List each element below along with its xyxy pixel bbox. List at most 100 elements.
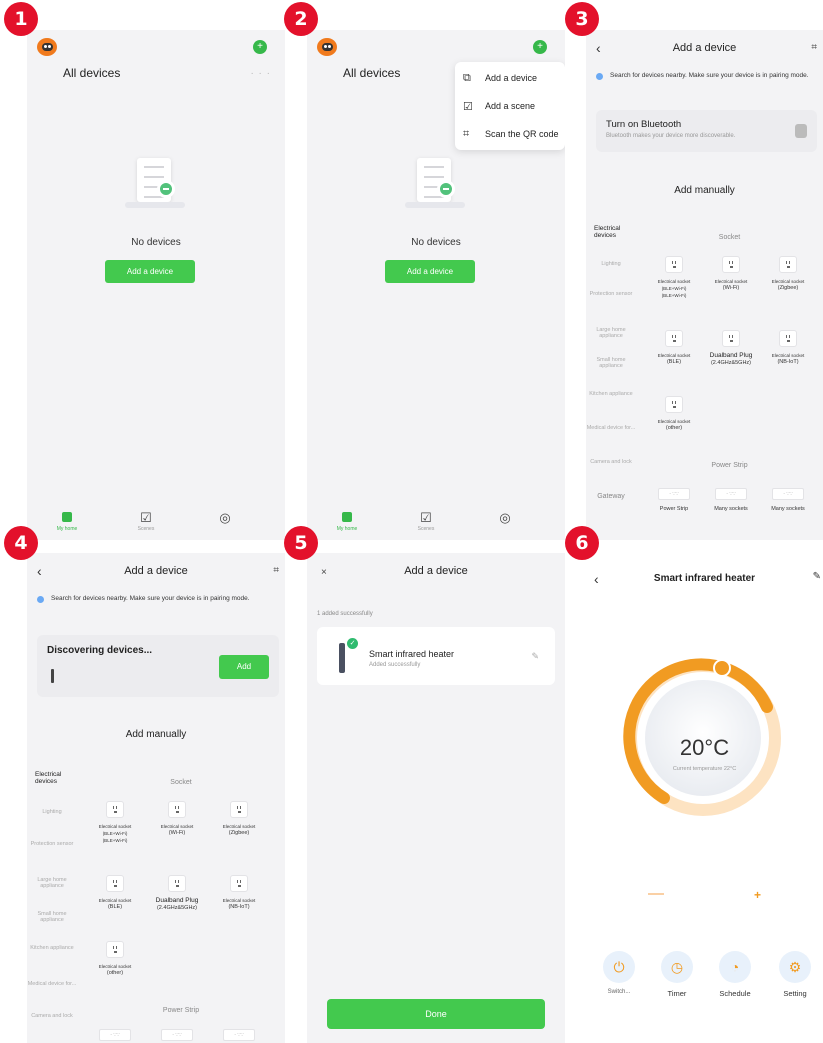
add-device-button[interactable]: Add a device [105, 260, 195, 283]
device-label: Electrical socket [771, 279, 805, 284]
socket-icon [722, 256, 740, 273]
strip-tile[interactable]: · ∵∵ [149, 1029, 205, 1043]
profile-icon: ◎ [499, 510, 511, 525]
switch-button[interactable]: ⏻ Switch... [596, 951, 642, 995]
tab-my-home[interactable]: My home [327, 510, 367, 532]
strip-tile[interactable]: · ∵∵ Many sockets [760, 488, 816, 512]
category-item[interactable]: Camera and lock [586, 459, 636, 493]
edit-icon[interactable]: ✎ [813, 571, 821, 582]
tab-profile[interactable]: ◎ [485, 510, 525, 526]
category-item[interactable]: Electrical devices [586, 225, 636, 261]
device-tile[interactable]: Electrical socket (Wi-Fi) [703, 256, 759, 292]
setting-button[interactable]: ⚙ Setting [772, 951, 818, 998]
device-label: (BLE+Wi-Fi) [102, 838, 128, 843]
menu-add-device[interactable]: ⧉ Add a device [455, 64, 565, 92]
category-item[interactable]: Medical device for... [586, 425, 636, 459]
device-label: Electrical socket [222, 824, 256, 829]
device-tile[interactable]: Dualband Plug (2.4GHz&5GHz) [149, 875, 205, 912]
checkbox-icon: ☑ [140, 510, 152, 525]
discovering-title: Discovering devices... [47, 645, 153, 656]
tab-scenes[interactable]: ☑ Scenes [406, 510, 446, 532]
category-item[interactable]: Lighting [586, 261, 636, 291]
menu-scan-qr[interactable]: ⌗ Scan the QR code [455, 120, 565, 148]
add-scene-icon: ☑ [463, 100, 473, 113]
category-item[interactable]: Camera and lock [27, 1013, 77, 1043]
device-tile[interactable]: Dualband Plug (2.4GHz&5GHz) [703, 330, 759, 367]
power-strip-icon: · ∵∵ [715, 488, 747, 500]
category-item[interactable]: Medical device for... [27, 981, 77, 1013]
added-device-card[interactable]: ✓ Smart infrared heater Added successful… [317, 627, 555, 685]
device-label: (other) [106, 970, 124, 976]
device-tile[interactable]: Electrical socket (NB-IoT) [760, 330, 816, 366]
add-device-button[interactable]: Add a device [385, 260, 475, 283]
category-item[interactable]: Large home appliance [27, 877, 77, 911]
device-tile[interactable]: Electrical socket (Zigbee) [211, 801, 267, 837]
category-item[interactable]: Small home appliance [586, 357, 636, 391]
add-plus-icon[interactable]: + [253, 40, 267, 54]
more-icon[interactable]: · · · [250, 68, 271, 79]
device-label: (NB-IoT) [228, 904, 250, 910]
strip-tile[interactable]: · ∵∵ [87, 1029, 143, 1043]
category-item[interactable]: Kitchen appliance [586, 391, 636, 425]
empty-illustration [399, 150, 479, 220]
tab-bar: My home ☑ Scenes ◎ [307, 508, 565, 540]
discovery-add-button[interactable]: Add [219, 655, 269, 679]
category-item[interactable]: Large home appliance [586, 327, 636, 357]
device-label: Dualband Plug [155, 897, 199, 904]
category-item[interactable]: Protection sensor [27, 841, 77, 877]
page-title: Add a device [124, 565, 188, 577]
device-tile[interactable]: Electrical socket (other) [87, 941, 143, 977]
avatar[interactable] [37, 38, 57, 56]
category-item[interactable]: Protection sensor [586, 291, 636, 327]
device-tile[interactable]: Electrical socket (NB-IoT) [211, 875, 267, 911]
strip-tile[interactable]: · ∵∵ Power Strip [646, 488, 702, 512]
scan-icon[interactable]: ⌗ [811, 42, 817, 53]
home-icon [342, 512, 352, 522]
tab-my-home[interactable]: My home [47, 510, 87, 532]
pairing-hint: Search for devices nearby. Make sure you… [596, 70, 815, 82]
device-tile[interactable]: Electrical socket (Wi-Fi) [149, 801, 205, 837]
plus-icon[interactable]: + [754, 888, 761, 902]
device-label: Electrical socket [657, 279, 691, 284]
device-tile[interactable]: Electrical socket (BLE) [646, 330, 702, 366]
dial-handle[interactable] [713, 659, 731, 677]
tab-scenes[interactable]: ☑ Scenes [126, 510, 166, 532]
empty-state-text: No devices [411, 237, 461, 248]
strip-tile[interactable]: · ∵∵ Many sockets [703, 488, 759, 512]
avatar[interactable] [317, 38, 337, 56]
device-label: (other) [665, 425, 683, 431]
category-item[interactable]: Small home appliance [27, 911, 77, 945]
category-item[interactable]: Electrical devices [27, 771, 77, 809]
bluetooth-card[interactable]: Turn on Bluetooth Bluetooth makes your d… [596, 110, 817, 152]
device-label: Electrical socket [714, 279, 748, 284]
device-tile[interactable]: Electrical socket (BLE) [87, 875, 143, 911]
strip-tile[interactable]: · ∵∵ [211, 1029, 267, 1043]
device-tile[interactable]: Electrical socket (Zigbee) [760, 256, 816, 292]
device-tile[interactable]: Electrical socket (BLE+Wi-Fi) (BLE+Wi-Fi) [646, 256, 702, 299]
category-list: Electrical devices Lighting Protection s… [586, 225, 636, 513]
power-strip-icon: · ∵∵ [772, 488, 804, 500]
device-tile[interactable]: Electrical socket (BLE+Wi-Fi) (BLE+Wi-Fi) [87, 801, 143, 844]
tab-profile[interactable]: ◎ [205, 510, 245, 526]
scan-icon[interactable]: ⌗ [273, 565, 279, 576]
device-tile[interactable]: Electrical socket (other) [646, 396, 702, 432]
edit-icon[interactable]: ✎ [531, 651, 539, 662]
menu-add-scene[interactable]: ☑ Add a scene [455, 92, 565, 120]
category-item[interactable]: Lighting [27, 809, 77, 841]
timer-button[interactable]: ◷ Timer [654, 951, 700, 998]
socket-icon [665, 396, 683, 413]
step-badge-1: 1 [4, 2, 38, 36]
nav-bar: ‹ Add a device ⌗ [27, 553, 285, 585]
schedule-button[interactable]: ◔ Schedule [712, 951, 758, 998]
done-button[interactable]: Done [327, 999, 545, 1029]
power-strip-heading: Power Strip [162, 1007, 200, 1014]
socket-heading: Socket [718, 234, 741, 241]
socket-icon [106, 801, 124, 818]
socket-icon [106, 941, 124, 958]
scan-icon: ⌗ [463, 127, 470, 140]
minus-icon[interactable] [648, 893, 664, 895]
category-item[interactable]: Gateway [586, 493, 636, 513]
step-badge-5: 5 [284, 526, 318, 560]
category-item[interactable]: Kitchen appliance [27, 945, 77, 981]
add-plus-icon[interactable]: + [533, 40, 547, 54]
